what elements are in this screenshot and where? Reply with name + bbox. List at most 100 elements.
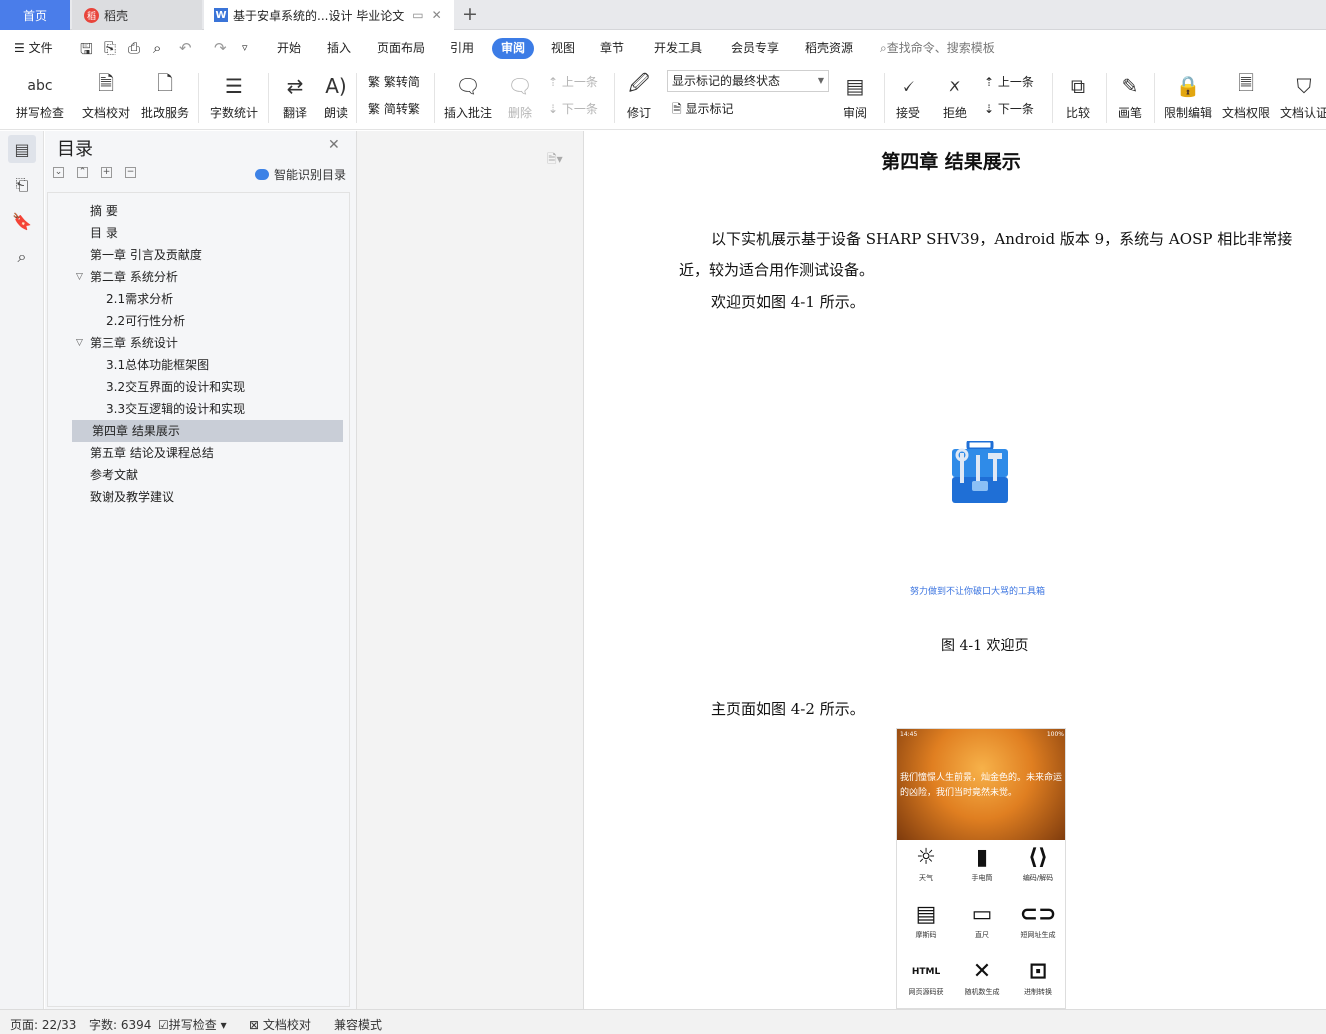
- insert-comment-button[interactable]: 🗨 插入批注: [438, 70, 498, 121]
- menu-tab[interactable]: 会员专享: [731, 38, 779, 59]
- chevron-down-icon[interactable]: ▽: [76, 338, 83, 348]
- quick-access-dropdown-icon[interactable]: ▿: [242, 41, 248, 54]
- smart-toc-label: 智能识别目录: [274, 168, 347, 182]
- toc-item[interactable]: 3.2交互界面的设计和实现: [106, 376, 245, 398]
- phone-tool-tile: ▭ 直尺: [954, 900, 1010, 940]
- next-change-button[interactable]: ⇣ 下一条: [984, 100, 1034, 117]
- search-icon[interactable]: ⌕: [8, 243, 36, 271]
- phone-tool-tile: ☼ 天气: [898, 843, 954, 883]
- toc-item[interactable]: 摘 要: [90, 200, 118, 222]
- chapter-nav-icon[interactable]: ⎗: [8, 171, 36, 199]
- review-pane-button[interactable]: ▤ 审阅: [825, 70, 885, 121]
- toc-item[interactable]: 3.3交互逻辑的设计和实现: [106, 398, 245, 420]
- spell-check-button[interactable]: abc 拼写检查: [10, 70, 70, 121]
- phone-tool-label: 手电筒: [971, 874, 993, 882]
- word-count-indicator[interactable]: 字数: 6394: [89, 1016, 151, 1033]
- markup-state-select[interactable]: 显示标记的最终状态 ▼: [667, 70, 829, 92]
- toc-item[interactable]: 第五章 结论及课程总结: [90, 442, 214, 464]
- toc-item[interactable]: 第四章 结果展示: [72, 420, 343, 442]
- shield-icon: ⛉: [1296, 74, 1312, 98]
- menu-tab[interactable]: 开发工具: [654, 38, 702, 59]
- tab-home[interactable]: 首页: [0, 0, 70, 30]
- comment-add-icon: 🗨: [455, 74, 481, 98]
- menu-tab[interactable]: 审阅: [492, 38, 535, 59]
- menu-tab[interactable]: 章节: [600, 38, 624, 59]
- new-tab-icon[interactable]: +: [462, 3, 478, 25]
- reject-button[interactable]: 🗴 拒绝: [925, 70, 985, 121]
- toc-item[interactable]: 第一章 引言及贡献度: [90, 244, 202, 266]
- toc-item[interactable]: 第三章 系统设计: [90, 332, 178, 354]
- tab-daoke[interactable]: 稻稻壳: [72, 0, 202, 30]
- add-entry-icon[interactable]: +: [101, 167, 112, 178]
- menu-tab[interactable]: 开始: [277, 38, 301, 59]
- doc-rights-button[interactable]: 🗏 文档权限: [1216, 70, 1276, 121]
- reject-label: 拒绝: [942, 106, 967, 120]
- translate-icon: ⇄: [286, 74, 304, 98]
- save-icon[interactable]: 🖫: [80, 39, 93, 64]
- menu-tab[interactable]: 页面布局: [377, 38, 425, 59]
- command-search[interactable]: ⌕查找命令、搜索模板: [880, 39, 995, 56]
- link-icon: ⊂⊃: [1019, 902, 1057, 927]
- figure-caption: 图 4-1 欢迎页: [941, 638, 1029, 654]
- toc-panel-icon[interactable]: ▤: [8, 135, 36, 163]
- doc-proof-button[interactable]: 🗎 文档校对: [76, 70, 136, 121]
- checkbox-icon: ☑: [158, 1018, 169, 1032]
- status-spell-check[interactable]: ☑拼写检查 ▾: [158, 1016, 227, 1033]
- expand-all-icon[interactable]: ⌄: [53, 167, 64, 178]
- close-icon[interactable]: ✕: [328, 137, 340, 153]
- menu-tab[interactable]: 插入: [327, 38, 351, 59]
- status-spell-label: 拼写检查: [168, 1018, 217, 1032]
- show-markup-button[interactable]: 🗎 显示标记: [672, 100, 734, 121]
- read-aloud-button[interactable]: A) 朗读: [306, 70, 366, 121]
- print-preview-icon[interactable]: ⌕: [153, 39, 161, 57]
- remove-entry-icon[interactable]: −: [125, 167, 136, 178]
- toc-item[interactable]: 参考文献: [90, 464, 138, 486]
- print-icon[interactable]: ⎙: [128, 39, 140, 57]
- nav-icon-strip: ▤ ⎗ 🔖 ⌕: [0, 131, 44, 1009]
- prev-change-button[interactable]: ⇡ 上一条: [984, 73, 1034, 90]
- menu-tab[interactable]: 稻壳资源: [805, 38, 853, 59]
- document-page[interactable]: 第四章 结果展示 以下实机展示基于设备 SHARP SHV39，Android …: [583, 131, 1326, 1009]
- reject-icon: 🗴: [947, 74, 963, 98]
- page-indicator[interactable]: 页面: 22/33: [10, 1016, 76, 1033]
- review-service-button[interactable]: 🗋 批改服务: [135, 70, 195, 121]
- simp-to-trad-button[interactable]: 繁 简转繁: [368, 100, 420, 117]
- close-tab-icon[interactable]: ✕: [432, 8, 442, 22]
- toc-item[interactable]: 致谢及教学建议: [90, 486, 174, 508]
- chevron-down-icon[interactable]: ▽: [76, 272, 83, 282]
- html-icon: HTML: [911, 967, 941, 977]
- doc-cert-button[interactable]: ⛉ 文档认证: [1274, 70, 1326, 121]
- track-changes-button[interactable]: 🖉 修订: [609, 70, 669, 121]
- next-comment-button[interactable]: ⇣ 下一条: [548, 100, 598, 117]
- page-options-icon[interactable]: 🗎▾: [547, 150, 563, 171]
- toc-item[interactable]: 第二章 系统分析: [90, 266, 178, 288]
- smart-toc-button[interactable]: 智能识别目录: [255, 166, 346, 183]
- bookmark-icon[interactable]: 🔖: [8, 207, 36, 235]
- pen-label: 画笔: [1117, 106, 1142, 120]
- file-menu[interactable]: ☰ 文件: [14, 38, 53, 59]
- undo-icon[interactable]: ↶: [179, 39, 192, 57]
- menu-tab[interactable]: 视图: [551, 38, 575, 59]
- export-icon[interactable]: ⎘: [104, 39, 116, 57]
- pen-button[interactable]: ✎ 画笔: [1100, 70, 1160, 121]
- toc-item[interactable]: 3.1总体功能框架图: [106, 354, 209, 376]
- status-proof[interactable]: ⊠ 文档校对: [249, 1016, 311, 1033]
- next-change-label: 下一条: [997, 102, 1034, 116]
- trad-to-simp-button[interactable]: 繁 繁转简: [368, 73, 420, 90]
- compare-button[interactable]: ⧉ 比较: [1048, 70, 1108, 121]
- screen-icon[interactable]: ▭: [412, 8, 423, 22]
- read-aloud-label: 朗读: [323, 106, 348, 120]
- prev-comment-button[interactable]: ⇡ 上一条: [548, 73, 598, 90]
- tab-document[interactable]: W 基于安卓系统的...设计 毕业论文 ▭ ✕: [204, 0, 454, 30]
- toc-item[interactable]: 目 录: [90, 222, 118, 244]
- collapse-all-icon[interactable]: ⌃: [77, 167, 88, 178]
- delete-comment-button[interactable]: 🗨 删除: [490, 70, 550, 121]
- restrict-edit-button[interactable]: 🔒 限制编辑: [1158, 70, 1218, 121]
- redo-icon[interactable]: ↷: [214, 39, 227, 57]
- menu-tab[interactable]: 引用: [450, 38, 474, 59]
- toc-item[interactable]: 2.1需求分析: [106, 288, 173, 310]
- phone-tool-tile: ⊂⊃ 短网址生成: [1010, 900, 1065, 940]
- toc-item[interactable]: 2.2可行性分析: [106, 310, 185, 332]
- word-count-button[interactable]: ☰ 字数统计: [204, 70, 264, 121]
- page-gutter: [357, 131, 583, 1009]
